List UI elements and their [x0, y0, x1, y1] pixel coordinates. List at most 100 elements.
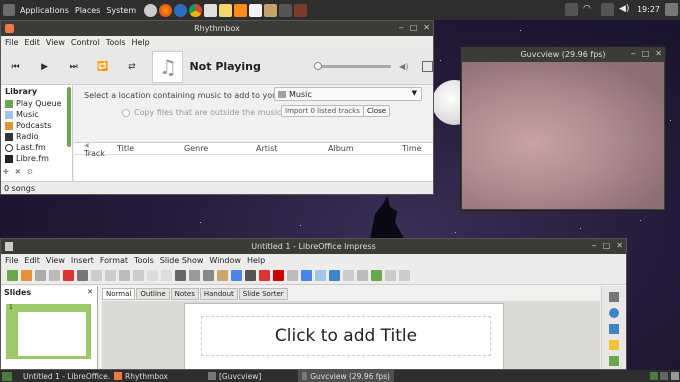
source-play-queue[interactable]: Play Queue	[1, 98, 72, 109]
spellcheck-icon[interactable]	[189, 270, 200, 281]
table-icon[interactable]	[203, 270, 214, 281]
rhythmbox-titlebar[interactable]: Rhythmbox ‒ □ ✕	[1, 21, 433, 36]
title-placeholder[interactable]: Click to add Title	[201, 316, 491, 356]
launcher-calendar-icon[interactable]	[249, 3, 263, 17]
minimize-icon[interactable]: ‒	[631, 49, 636, 58]
chart-icon[interactable]	[231, 270, 242, 281]
menu-system[interactable]: System	[103, 6, 139, 15]
source-lastfm[interactable]: Last.fm	[1, 142, 72, 153]
animation-icon[interactable]	[609, 324, 619, 334]
open-icon[interactable]	[21, 270, 32, 281]
launcher-system-icon[interactable]	[144, 3, 158, 17]
launcher-firefox-icon[interactable]	[159, 3, 173, 17]
menu-insert[interactable]: Insert	[71, 256, 94, 265]
task-impress[interactable]: Untitled 1 - LibreOffice...	[16, 370, 110, 382]
workspace-switcher-2[interactable]	[660, 372, 668, 380]
menu-help[interactable]: Help	[132, 38, 150, 47]
volume-icon[interactable]: ◀)	[619, 3, 632, 16]
wifi-icon[interactable]: ◠	[583, 3, 596, 16]
menu-format[interactable]: Format	[100, 256, 128, 265]
source-librefm[interactable]: Libre.fm	[1, 153, 72, 164]
tab-notes[interactable]: Notes	[170, 288, 199, 300]
menu-tools[interactable]: Tools	[134, 256, 154, 265]
paste-icon[interactable]	[119, 270, 130, 281]
menu-view[interactable]: View	[46, 256, 65, 265]
media-icon[interactable]	[245, 270, 256, 281]
minimize-icon[interactable]: ‒	[592, 241, 597, 250]
copy-icon[interactable]	[105, 270, 116, 281]
launcher-thunderbird-icon[interactable]	[174, 3, 188, 17]
tab-normal[interactable]: Normal	[102, 288, 136, 300]
column-time[interactable]: Time	[397, 144, 427, 153]
location-select[interactable]: Music ▼	[274, 87, 422, 101]
slide-layout-icon[interactable]	[343, 270, 354, 281]
impress-titlebar[interactable]: Untitled 1 - LibreOffice Impress ‒ □ ✕	[1, 239, 626, 254]
menu-places[interactable]: Places	[72, 6, 103, 15]
launcher-media-icon[interactable]	[234, 3, 248, 17]
source-music[interactable]: Music	[1, 109, 72, 120]
maximize-icon[interactable]: □	[642, 49, 650, 58]
menu-applications[interactable]: Applications	[17, 6, 72, 15]
slide-page[interactable]: Click to add Title	[184, 303, 504, 369]
menu-control[interactable]: Control	[71, 38, 100, 47]
launcher-app-icon[interactable]	[264, 3, 278, 17]
textbox-icon[interactable]	[287, 270, 298, 281]
launcher-text-editor-icon[interactable]	[219, 3, 233, 17]
source-settings-icon[interactable]: ⚙	[27, 168, 33, 176]
clock[interactable]: 19:27	[637, 5, 660, 14]
import-button[interactable]: Import 0 listed tracks	[281, 105, 364, 117]
cut-icon[interactable]	[91, 270, 102, 281]
undo-icon[interactable]	[147, 270, 158, 281]
column-genre[interactable]: Genre	[179, 144, 251, 153]
trash-icon[interactable]	[671, 372, 679, 380]
slide-thumbnail[interactable]: 1	[6, 304, 91, 359]
redo-icon[interactable]	[161, 270, 172, 281]
master-slide-icon[interactable]	[329, 270, 340, 281]
gallery-icon[interactable]	[609, 340, 619, 350]
launcher-terminal-icon[interactable]	[279, 3, 293, 17]
shuffle-icon[interactable]: ⇄	[117, 52, 146, 82]
add-source-icon[interactable]: ✚	[3, 168, 9, 176]
tab-handout[interactable]: Handout	[199, 288, 238, 300]
navigator-icon[interactable]	[609, 356, 619, 366]
hyperlink-icon[interactable]	[301, 270, 312, 281]
new-slide-icon[interactable]	[371, 270, 382, 281]
slides-panel-close-icon[interactable]: ✕	[87, 288, 93, 296]
launcher-photo-icon[interactable]	[294, 3, 308, 17]
close-icon[interactable]: ✕	[423, 23, 430, 32]
play-icon[interactable]: ▶	[30, 52, 59, 82]
menu-view[interactable]: View	[46, 38, 65, 47]
find-replace-icon[interactable]	[175, 270, 186, 281]
minimize-icon[interactable]: ‒	[399, 23, 404, 32]
fontwork-icon[interactable]	[259, 270, 270, 281]
delete-slide-icon[interactable]	[399, 270, 410, 281]
properties-icon[interactable]	[609, 292, 619, 302]
email-icon[interactable]	[49, 270, 60, 281]
slide-transition-icon[interactable]	[609, 308, 619, 318]
seek-slider[interactable]	[313, 62, 392, 70]
browse-toggle-icon[interactable]	[422, 61, 433, 72]
sidebar-scrollbar[interactable]	[67, 87, 71, 147]
volume-icon[interactable]: ◀)	[399, 62, 408, 71]
network-icon[interactable]	[600, 3, 614, 16]
menu-help[interactable]: Help	[247, 256, 265, 265]
special-character-icon[interactable]	[273, 270, 284, 281]
remove-source-icon[interactable]: ✖	[15, 168, 21, 176]
tray-screen-icon[interactable]	[564, 3, 578, 16]
save-icon[interactable]	[35, 270, 46, 281]
clone-formatting-icon[interactable]	[133, 270, 144, 281]
close-icon[interactable]: ✕	[616, 241, 623, 250]
workspace-switcher[interactable]	[650, 372, 658, 380]
seek-handle[interactable]	[313, 62, 322, 70]
export-pdf-icon[interactable]	[63, 270, 74, 281]
menu-file[interactable]: File	[5, 38, 18, 47]
source-radio[interactable]: Radio	[1, 131, 72, 142]
task-guvcview[interactable]: Guvcview (29.96 fps)	[298, 370, 394, 382]
task-rhythmbox[interactable]: Rhythmbox	[110, 370, 204, 382]
column-title[interactable]: Title	[112, 144, 179, 153]
close-icon[interactable]: ✕	[655, 49, 662, 58]
panel-logo-icon[interactable]	[3, 4, 15, 16]
menu-tools[interactable]: Tools	[106, 38, 126, 47]
task-guvcview-control[interactable]: [Guvcview]	[204, 370, 298, 382]
start-slideshow-icon[interactable]	[357, 270, 368, 281]
